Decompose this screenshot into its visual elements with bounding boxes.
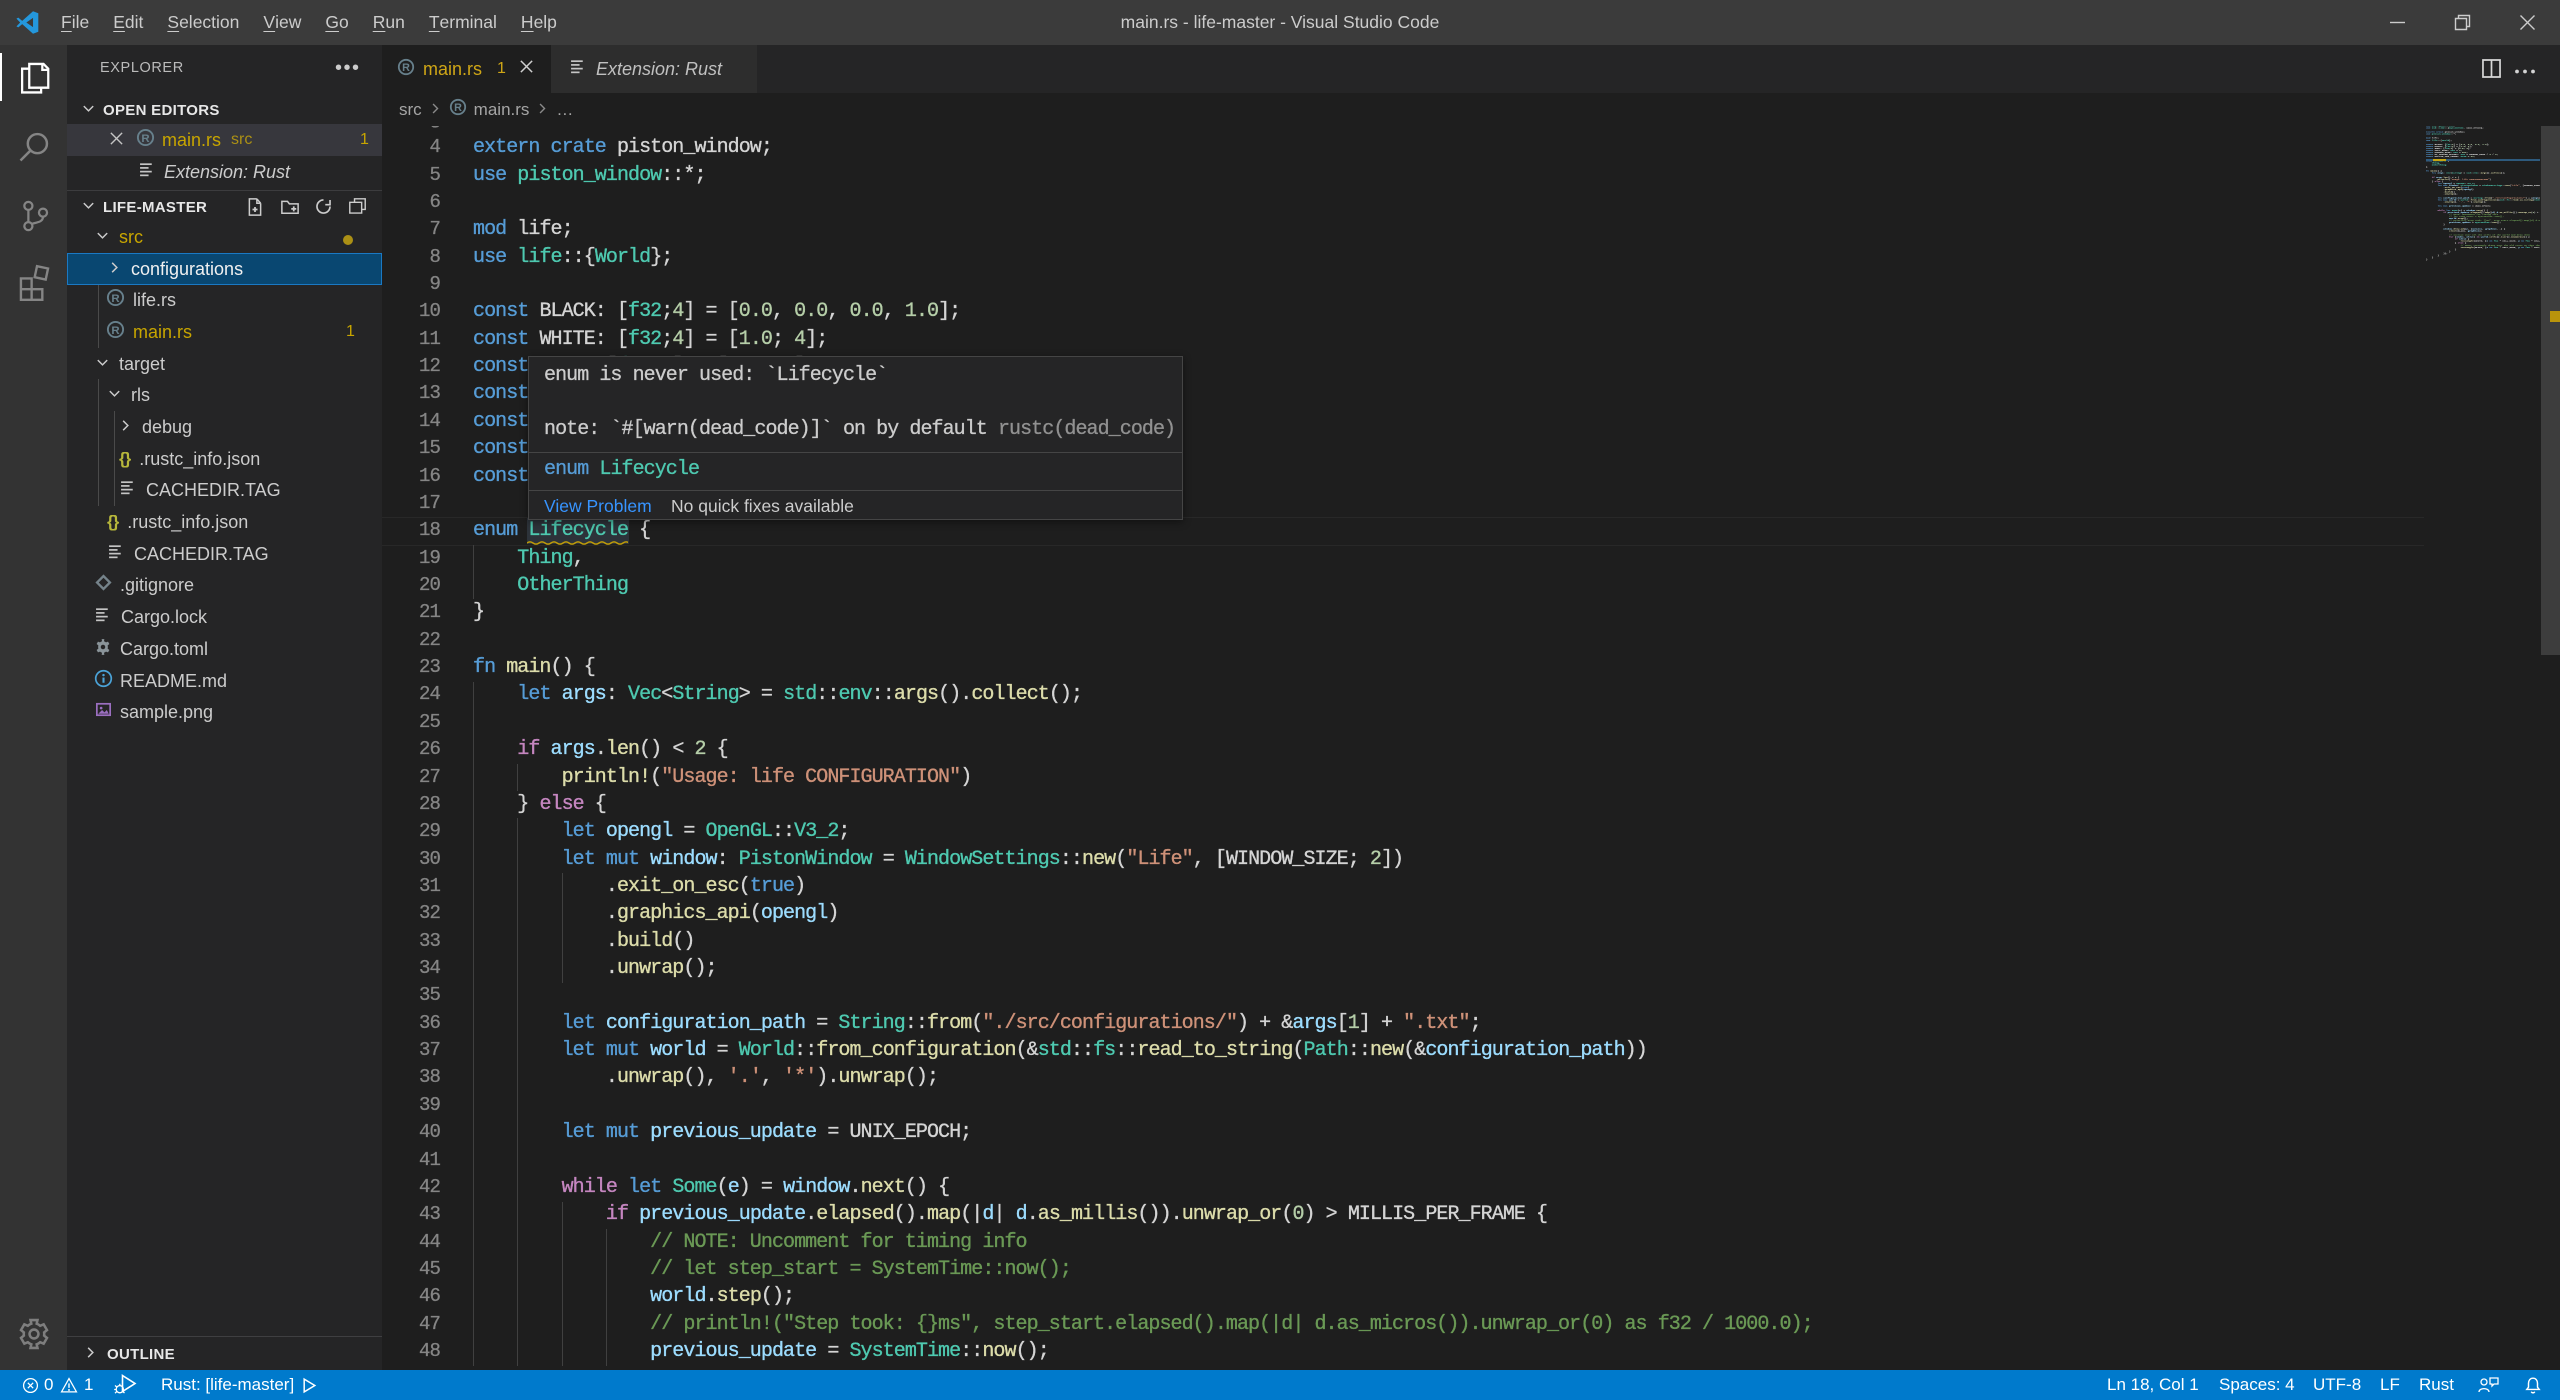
svg-text:R: R [402, 62, 410, 74]
svg-text:R: R [111, 325, 119, 337]
svg-text:R: R [111, 293, 119, 305]
svg-text:R: R [454, 102, 462, 114]
svg-text:R: R [141, 133, 149, 145]
